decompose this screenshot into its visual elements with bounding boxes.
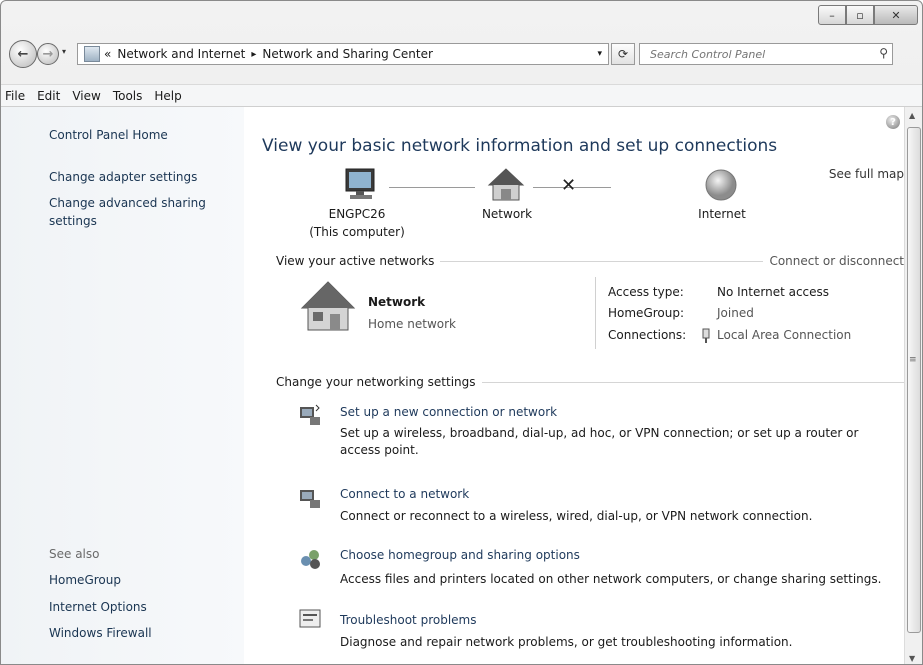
task-connect-network-desc: Connect or reconnect to a wireless, wire… [340, 509, 813, 523]
sidebar-change-advanced-sharing[interactable]: Change advanced sharing [49, 196, 206, 210]
connections-label: Connections: [608, 328, 687, 342]
forward-arrow-icon: → [42, 46, 54, 62]
breadcrumb-network-and-sharing-center[interactable]: Network and Sharing Center [262, 47, 433, 61]
sidebar: Control Panel Home Change adapter settin… [1, 107, 244, 664]
no-connection-icon: ✕ [561, 175, 577, 196]
window: – ▫ ✕ ← → ▾ « Network and Internet ▸ Net… [0, 0, 923, 665]
task-connect-network-link[interactable]: Connect to a network [340, 487, 469, 501]
recent-pages-dropdown[interactable]: ▾ [62, 47, 66, 56]
internet-label: Internet [698, 207, 746, 221]
task-troubleshoot-link[interactable]: Troubleshoot problems [340, 613, 476, 627]
sidebar-change-advanced-sharing-line2[interactable]: settings [49, 214, 97, 228]
page-title: View your basic network information and … [262, 136, 778, 156]
menu-view[interactable]: View [66, 89, 106, 103]
refresh-icon: ⟳ [617, 47, 629, 61]
home-network-icon[interactable] [300, 280, 356, 334]
control-panel-icon [84, 46, 100, 62]
menu-edit[interactable]: Edit [31, 89, 66, 103]
computer-sublabel: (This computer) [309, 225, 405, 239]
connect-network-icon [300, 490, 320, 508]
navigation-bar: ← → ▾ « Network and Internet ▸ Network a… [7, 40, 916, 68]
sidebar-homegroup[interactable]: HomeGroup [49, 573, 121, 587]
map-link-computer-network [389, 187, 475, 188]
task-new-connection-desc: Set up a wireless, broadband, dial-up, a… [340, 426, 859, 457]
network-type-link[interactable]: Home network [368, 317, 456, 331]
homegroup-label: HomeGroup: [608, 306, 685, 320]
search-icon[interactable]: ⚲ [879, 46, 888, 60]
address-bar[interactable]: « Network and Internet ▸ Network and Sha… [77, 43, 609, 65]
task-homegroup-desc: Access files and printers located on oth… [340, 572, 882, 586]
task-new-connection-link[interactable]: Set up a new connection or network [340, 405, 557, 419]
scroll-grip-icon: ≡ [909, 355, 917, 365]
caption-buttons: – ▫ ✕ [818, 5, 918, 25]
menu-bar: File Edit View Tools Help [1, 84, 922, 106]
forward-button[interactable]: → [37, 43, 59, 65]
computer-icon[interactable] [342, 167, 380, 203]
help-icon[interactable]: ? [886, 115, 900, 129]
new-connection-icon [300, 404, 320, 425]
sidebar-change-adapter-settings[interactable]: Change adapter settings [49, 170, 197, 184]
change-settings-heading: Change your networking settings [276, 375, 482, 389]
breadcrumb-overflow[interactable]: « [104, 47, 111, 61]
menu-tools[interactable]: Tools [107, 89, 149, 103]
menu-help[interactable]: Help [148, 89, 187, 103]
network-name: Network [368, 295, 426, 309]
homegroup-value-link[interactable]: Joined [717, 306, 754, 320]
scrollbar-thumb[interactable] [907, 127, 921, 633]
troubleshoot-icon [299, 609, 321, 628]
homegroup-icon [301, 550, 320, 569]
back-button[interactable]: ← [9, 40, 37, 68]
access-type-value: No Internet access [717, 285, 830, 299]
internet-globe-icon[interactable] [702, 167, 740, 203]
access-type-label: Access type: [608, 285, 684, 299]
maximize-button[interactable]: ▫ [846, 5, 874, 25]
vertical-scrollbar[interactable]: ▲ ≡ ▼ [904, 107, 922, 664]
close-button[interactable]: ✕ [874, 5, 918, 25]
computer-name: ENGPC26 [328, 207, 386, 221]
breadcrumb-separator-icon[interactable]: ▸ [251, 49, 256, 60]
task-homegroup-link[interactable]: Choose homegroup and sharing options [340, 548, 580, 562]
search-box[interactable]: ⚲ [639, 43, 893, 65]
menu-file[interactable]: File [1, 89, 31, 103]
back-arrow-icon: ← [17, 46, 29, 62]
sidebar-internet-options[interactable]: Internet Options [49, 600, 147, 614]
network-house-icon[interactable] [487, 167, 525, 203]
address-dropdown-icon[interactable]: ▾ [597, 49, 602, 59]
minimize-button[interactable]: – [818, 5, 846, 25]
computer-label: ENGPC26 [302, 207, 412, 221]
scroll-up-icon[interactable]: ▲ [909, 111, 915, 120]
main-panel: ? View your basic network information an… [244, 107, 904, 664]
task-troubleshoot-desc: Diagnose and repair network problems, or… [340, 635, 793, 649]
search-input[interactable] [648, 46, 872, 62]
scroll-down-icon[interactable]: ▼ [909, 654, 915, 663]
refresh-button[interactable]: ⟳ [611, 43, 635, 65]
sidebar-control-panel-home[interactable]: Control Panel Home [49, 128, 168, 142]
active-networks-heading: View your active networks [276, 254, 441, 268]
network-details-divider [595, 277, 596, 349]
sidebar-windows-firewall[interactable]: Windows Firewall [49, 626, 152, 640]
see-also-heading: See also [49, 547, 100, 561]
connect-or-disconnect-link[interactable]: Connect or disconnect [763, 254, 904, 268]
breadcrumb-network-and-internet[interactable]: Network and Internet [117, 47, 245, 61]
content-area: Control Panel Home Change adapter settin… [1, 106, 922, 664]
see-full-map-link[interactable]: See full map [829, 167, 904, 181]
local-area-connection-link[interactable]: Local Area Connection [717, 328, 851, 342]
lan-cable-icon [702, 328, 710, 343]
network-label: Network [481, 207, 533, 221]
